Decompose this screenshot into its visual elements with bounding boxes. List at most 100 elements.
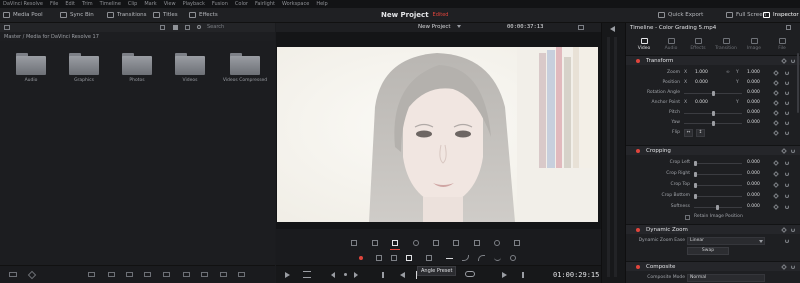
crop-right-slider[interactable] xyxy=(694,172,742,177)
flip-vertical-button[interactable]: ↕ xyxy=(696,129,705,137)
list-view-icon[interactable] xyxy=(160,25,165,30)
reset-icon[interactable] xyxy=(785,81,789,85)
enable-toggle-icon[interactable] xyxy=(636,228,640,232)
speaker-icon[interactable] xyxy=(610,26,615,32)
zoom-y-field[interactable]: 1.000 xyxy=(747,70,760,75)
softness-slider[interactable] xyxy=(694,205,742,210)
dynamic-zoom-tool-icon[interactable] xyxy=(392,240,398,246)
tab-image[interactable]: Image xyxy=(740,38,768,51)
keyframe-icon[interactable] xyxy=(773,110,779,116)
retain-checkbox[interactable] xyxy=(685,215,690,220)
slider-knob[interactable] xyxy=(694,172,697,177)
keyframe-icon[interactable] xyxy=(773,120,779,126)
close-up-icon[interactable] xyxy=(238,272,245,277)
reset-icon[interactable] xyxy=(785,111,789,115)
crop-bottom-slider[interactable] xyxy=(694,194,742,199)
keyframe-icon[interactable] xyxy=(773,204,779,210)
position-x-field[interactable]: 0.000 xyxy=(695,80,708,85)
first-frame-icon[interactable] xyxy=(382,272,390,278)
menu-timeline[interactable]: Timeline xyxy=(100,1,121,7)
linear-ease-icon[interactable] xyxy=(446,258,453,259)
preset-2-icon[interactable] xyxy=(391,255,397,261)
menu-trim[interactable]: Trim xyxy=(82,1,93,7)
slider-knob[interactable] xyxy=(712,91,715,96)
crop-bottom-field[interactable]: 0.000 xyxy=(747,193,760,198)
keyframe-icon[interactable] xyxy=(773,130,779,136)
wipe-icon[interactable] xyxy=(514,240,520,246)
tab-video[interactable]: Video xyxy=(630,38,658,51)
tab-audio[interactable]: Audio xyxy=(657,38,685,51)
reset-icon[interactable] xyxy=(510,255,516,261)
flip-horizontal-button[interactable]: ↔ xyxy=(684,129,693,137)
menu-clip[interactable]: Clip xyxy=(128,1,137,7)
replace-icon[interactable] xyxy=(144,272,151,277)
keyframe-icon[interactable] xyxy=(773,160,779,166)
swap-button[interactable]: Swap xyxy=(687,247,729,255)
viewer-options-icon[interactable] xyxy=(578,25,584,30)
tab-effects[interactable]: Effects xyxy=(684,38,712,51)
reset-icon[interactable] xyxy=(785,183,789,187)
crop-top-slider[interactable] xyxy=(694,183,742,188)
reset-icon[interactable] xyxy=(791,265,795,269)
place-on-top-icon[interactable] xyxy=(183,272,190,277)
keyframe-icon[interactable] xyxy=(773,193,779,199)
transform-header[interactable]: Transform xyxy=(626,55,800,65)
timeline-icon[interactable] xyxy=(9,272,17,277)
clip-icon[interactable] xyxy=(88,272,95,277)
reset-icon[interactable] xyxy=(791,59,795,63)
reset-icon[interactable] xyxy=(785,172,789,176)
composite-mode-dropdown[interactable]: Normal xyxy=(687,274,765,282)
keyframe-icon[interactable] xyxy=(773,90,779,96)
chevron-down-icon[interactable] xyxy=(457,25,461,28)
crop-right-field[interactable]: 0.000 xyxy=(747,171,760,176)
viewer-title[interactable]: New Project xyxy=(418,24,451,30)
sync-bin-button[interactable]: Sync Bin xyxy=(60,12,94,18)
softness-field[interactable]: 0.000 xyxy=(747,204,760,209)
yaw-field[interactable]: 0.000 xyxy=(747,120,760,125)
menu-color[interactable]: Color xyxy=(235,1,248,7)
play-icon[interactable] xyxy=(502,272,507,278)
bin-list-icon[interactable] xyxy=(4,25,10,30)
safe-area-icon[interactable] xyxy=(474,240,480,246)
ease-in-out-icon[interactable] xyxy=(494,255,501,261)
titles-button[interactable]: Titles xyxy=(153,12,178,18)
overwrite-icon[interactable] xyxy=(126,272,133,277)
transitions-button[interactable]: Transitions xyxy=(107,12,146,18)
crop-left-field[interactable]: 0.000 xyxy=(747,160,760,165)
keyframe-icon[interactable] xyxy=(773,182,779,188)
composite-header[interactable]: Composite xyxy=(626,261,800,271)
pitch-slider[interactable] xyxy=(684,111,742,116)
pitch-field[interactable]: 0.000 xyxy=(747,110,760,115)
keyframe-icon[interactable] xyxy=(781,148,787,154)
reset-icon[interactable] xyxy=(785,91,789,95)
crop-tool-icon[interactable] xyxy=(372,240,378,246)
full-screen-button[interactable]: Full Screen xyxy=(726,12,766,18)
rotation-slider[interactable] xyxy=(684,91,742,96)
ease-dropdown[interactable]: Linear xyxy=(687,237,765,245)
smart-reframe-icon[interactable] xyxy=(453,240,459,246)
reset-icon[interactable] xyxy=(785,131,789,135)
jog-left-icon[interactable] xyxy=(331,272,335,278)
breadcrumb-path[interactable]: Master / Media for DaVinci Resolve 17 xyxy=(4,34,99,40)
list-icon[interactable] xyxy=(303,271,311,278)
reset-icon[interactable] xyxy=(791,228,795,232)
jog-dot-icon[interactable] xyxy=(344,273,347,276)
menu-fairlight[interactable]: Fairlight xyxy=(255,1,275,7)
record-keyframe-icon[interactable] xyxy=(359,256,363,260)
anchor-y-field[interactable]: 0.000 xyxy=(747,100,760,105)
slider-knob[interactable] xyxy=(694,194,697,199)
reset-icon[interactable] xyxy=(785,161,789,165)
enable-toggle-icon[interactable] xyxy=(636,265,640,269)
menu-edit[interactable]: Edit xyxy=(65,1,75,7)
menu-view[interactable]: View xyxy=(164,1,176,7)
grid-view-icon[interactable] xyxy=(173,25,178,30)
slider-knob[interactable] xyxy=(694,183,697,188)
annotation-icon[interactable] xyxy=(433,240,439,246)
color-picker-icon[interactable] xyxy=(494,240,500,246)
inspector-button[interactable]: Inspector xyxy=(763,12,799,18)
swap-icon[interactable] xyxy=(426,255,432,261)
menu-help[interactable]: Help xyxy=(316,1,327,7)
menu-fusion[interactable]: Fusion xyxy=(212,1,228,7)
keyframe-icon[interactable] xyxy=(773,171,779,177)
ripple-icon[interactable] xyxy=(220,272,227,277)
